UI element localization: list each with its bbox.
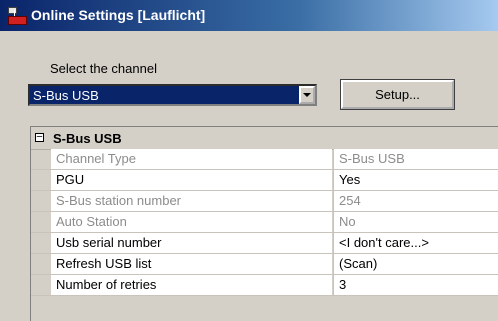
- dropdown-button[interactable]: [299, 86, 315, 104]
- property-name: Usb serial number: [51, 233, 332, 253]
- property-row[interactable]: Number of retries 3: [31, 275, 498, 296]
- channel-select-value: S-Bus USB: [33, 88, 99, 103]
- property-value[interactable]: No: [333, 212, 498, 232]
- property-name: S-Bus station number: [51, 191, 332, 211]
- property-grid: − S-Bus USB Channel Type S-Bus USB PGU Y…: [30, 126, 498, 321]
- property-name: PGU: [51, 170, 332, 190]
- property-row[interactable]: Auto Station No: [31, 212, 498, 233]
- property-value[interactable]: S-Bus USB: [333, 149, 498, 169]
- property-name: Auto Station: [51, 212, 332, 232]
- property-name: Number of retries: [51, 275, 332, 295]
- channel-select[interactable]: S-Bus USB: [28, 84, 317, 106]
- property-row[interactable]: PGU Yes: [31, 170, 498, 191]
- collapse-icon[interactable]: −: [35, 132, 44, 143]
- property-row[interactable]: S-Bus station number 254: [31, 191, 498, 212]
- group-title: S-Bus USB: [53, 131, 122, 146]
- property-value[interactable]: 254: [333, 191, 498, 211]
- property-row[interactable]: Channel Type S-Bus USB: [31, 149, 498, 170]
- chevron-down-icon: [303, 93, 311, 97]
- property-row[interactable]: Usb serial number <I don't care...>: [31, 233, 498, 254]
- property-name: Channel Type: [51, 149, 332, 169]
- property-name: Refresh USB list: [51, 254, 332, 274]
- property-value[interactable]: <I don't care...>: [333, 233, 498, 253]
- property-value[interactable]: 3: [333, 275, 498, 295]
- property-value[interactable]: (Scan): [333, 254, 498, 274]
- app-icon: [8, 7, 27, 25]
- channel-label: Select the channel: [50, 61, 157, 76]
- property-row[interactable]: Refresh USB list (Scan): [31, 254, 498, 275]
- title-bar[interactable]: Online Settings [Lauflicht]: [0, 0, 498, 31]
- property-group-header[interactable]: − S-Bus USB: [31, 127, 498, 150]
- property-value[interactable]: Yes: [333, 170, 498, 190]
- setup-button[interactable]: Setup...: [340, 79, 455, 110]
- window-title: Online Settings [Lauflicht]: [31, 7, 206, 23]
